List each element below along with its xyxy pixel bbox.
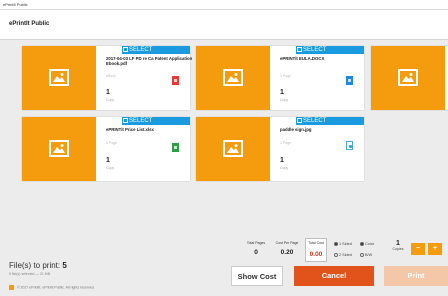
image-placeholder-icon: [49, 69, 69, 86]
total-cost: Total Cost 0.00: [305, 238, 327, 262]
select-toggle[interactable]: SELECT: [296, 117, 364, 125]
bw-radio[interactable]: B/W: [360, 253, 372, 257]
selection-subtitle: 5 file(s) selected — 21 MB: [9, 272, 51, 276]
copy-label: Copy: [280, 166, 289, 170]
checkbox-icon: [297, 118, 302, 123]
select-toggle[interactable]: SELECT: [122, 117, 190, 125]
radio-unselected-icon: [360, 253, 364, 257]
select-label: SELECT: [303, 118, 327, 124]
radio-unselected-icon: [334, 253, 338, 257]
color-radio[interactable]: Color: [360, 242, 374, 246]
copies-value: 1: [396, 240, 400, 247]
cost-per-page: Cost Per Page 0.20: [272, 241, 302, 256]
image-placeholder-icon: [49, 140, 69, 157]
app-window: ePrintIt Public ePrintIt Public SELECT 2…: [0, 0, 448, 296]
file-card[interactable]: SELECT 2017-04-03 LF PD re Ca Patent App…: [22, 46, 192, 110]
checkbox-icon: [123, 118, 128, 123]
file-thumbnail: [196, 117, 270, 181]
copies-display: 1 Copies: [389, 240, 407, 251]
select-label: SELECT: [129, 47, 153, 53]
total-pages-value: 0: [254, 249, 258, 256]
xlsx-icon: [172, 143, 179, 152]
one-sided-label: 1 Sided: [339, 242, 352, 246]
file-thumbnail: [196, 46, 270, 110]
copy-label: Copy: [106, 98, 115, 102]
copy-count: 1: [280, 157, 284, 164]
files-to-print-label: File(s) to print:: [9, 261, 61, 270]
copy-count: 1: [106, 89, 110, 96]
checkbox-icon: [123, 47, 128, 52]
checkbox-icon: [297, 47, 302, 52]
two-sided-label: 2 Sided: [339, 253, 352, 257]
cost-per-page-label: Cost Per Page: [275, 241, 299, 245]
file-meta: 1 Page: [106, 141, 118, 145]
copies-label: Copies: [392, 247, 404, 251]
cancel-button[interactable]: Cancel: [294, 266, 374, 286]
brand-logo-icon: [9, 285, 14, 290]
total-cost-label: Total Cost: [308, 241, 324, 245]
select-label: SELECT: [129, 118, 153, 124]
pdf-icon: [172, 76, 179, 85]
docx-icon: [346, 76, 353, 85]
select-label: SELECT: [303, 47, 327, 53]
file-card[interactable]: SELECT ePRINTit Price List.xlsx 1 Page 1…: [22, 117, 190, 181]
image-file-icon: [346, 141, 353, 150]
window-titlebar: ePrintIt Public: [0, 0, 448, 10]
print-button[interactable]: Print: [384, 266, 448, 286]
file-name: ePRINTit EULA.DOCX: [280, 56, 325, 61]
footer: © 2017 ePrintIt. ePrintIt Public. All ri…: [9, 285, 95, 290]
total-cost-value: 0.00: [309, 251, 323, 258]
radio-selected-icon: [360, 242, 364, 246]
file-meta: 1 Page: [280, 141, 292, 145]
files-to-print-count: 5: [62, 261, 67, 270]
file-card[interactable]: SELECT paddle sign.jpg 1 Page 1 Copy: [196, 117, 364, 181]
bw-label: B/W: [365, 253, 373, 257]
copy-label: Copy: [280, 98, 289, 102]
image-placeholder-icon: [398, 69, 418, 86]
copy-label: Copy: [106, 166, 115, 170]
files-to-print: File(s) to print: 5: [9, 261, 67, 270]
color-label: Color: [365, 242, 375, 246]
total-pages-label: Total Pages: [246, 241, 266, 245]
file-meta: eBook: [106, 74, 116, 78]
file-card[interactable]: [371, 46, 448, 110]
one-sided-radio[interactable]: 1 Sided: [334, 242, 352, 246]
increment-copies-button[interactable]: +: [428, 243, 442, 255]
image-placeholder-icon: [223, 140, 243, 157]
image-placeholder-icon: [223, 69, 243, 86]
file-thumbnail: [371, 46, 445, 110]
cost-per-page-value: 0.20: [280, 249, 294, 256]
copy-count: 1: [106, 157, 110, 164]
radio-selected-icon: [334, 242, 338, 246]
total-pages: Total Pages 0: [244, 241, 268, 256]
file-name: paddle sign.jpg: [280, 127, 312, 132]
file-name: ePRINTit Price List.xlsx: [106, 127, 154, 132]
select-toggle[interactable]: SELECT: [296, 46, 364, 54]
file-name: 2017-04-03 LF PD re Ca Patent Applicatio…: [106, 56, 193, 66]
footer-text: © 2017 ePrintIt. ePrintIt Public. All ri…: [16, 285, 95, 290]
show-cost-button[interactable]: Show Cost: [231, 266, 283, 286]
two-sided-radio[interactable]: 2 Sided: [334, 253, 352, 257]
page-header: ePrintIt Public: [0, 10, 448, 40]
select-toggle[interactable]: SELECT: [122, 46, 190, 54]
file-meta: 1 Page: [280, 74, 292, 78]
decrement-copies-button[interactable]: −: [411, 243, 425, 255]
file-thumbnail: [22, 117, 96, 181]
file-card[interactable]: SELECT ePRINTit EULA.DOCX 1 Page 1 Copy: [196, 46, 364, 110]
page-title: ePrintIt Public: [9, 21, 50, 27]
copy-count: 1: [280, 89, 284, 96]
file-thumbnail: [22, 46, 96, 110]
